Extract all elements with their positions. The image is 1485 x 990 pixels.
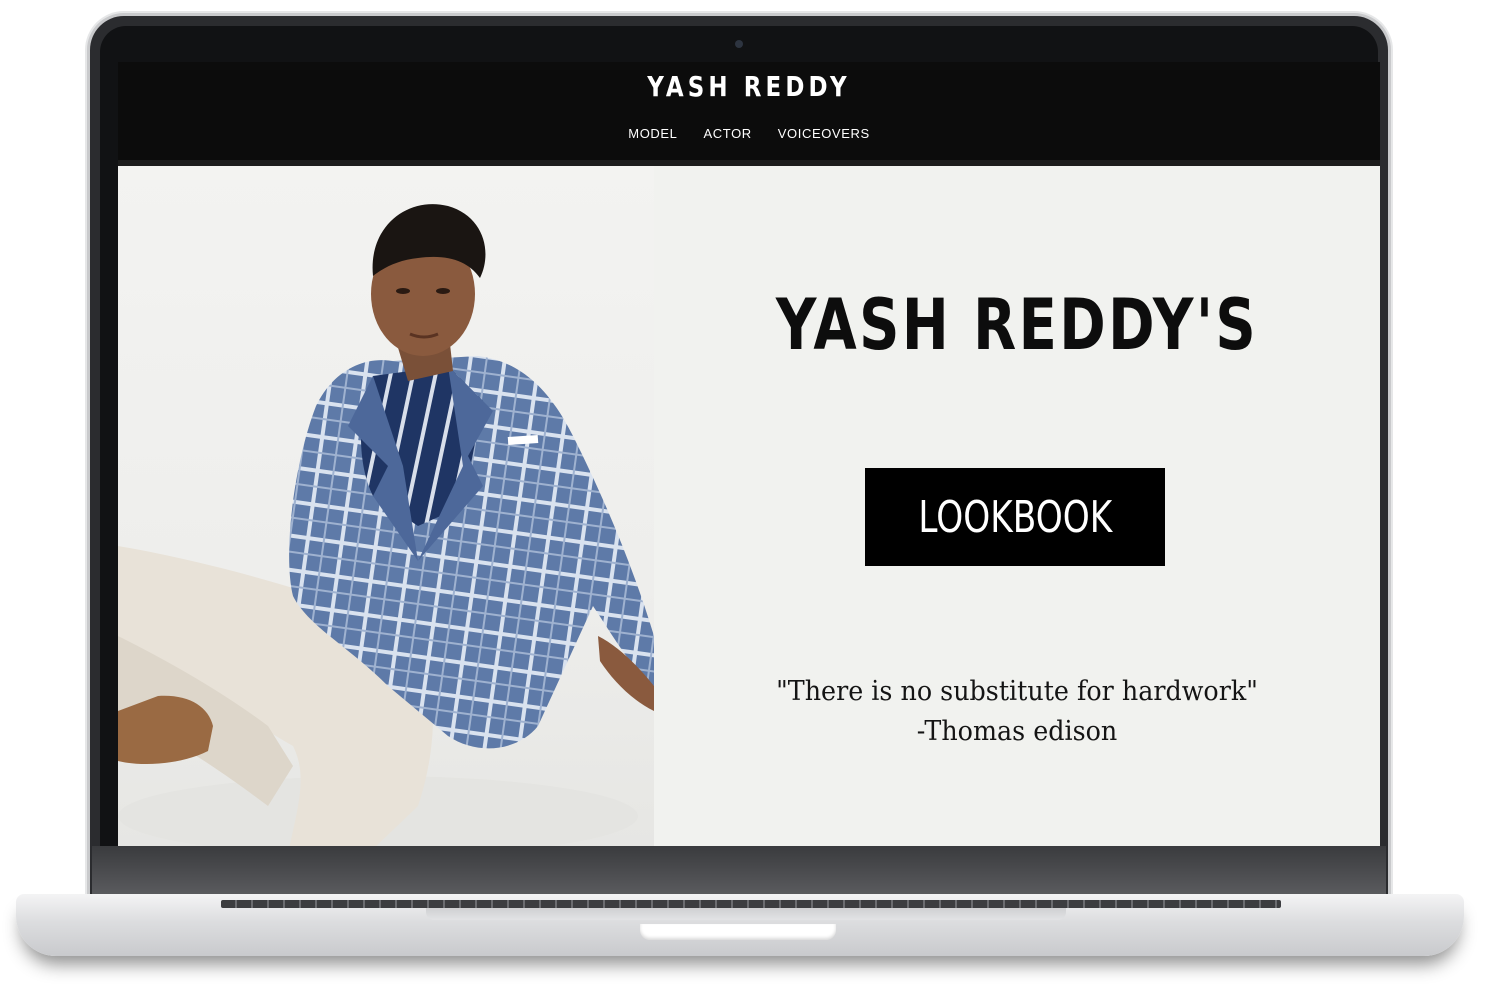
laptop-chin	[92, 846, 1386, 896]
hero-heading: YASH REDDY'S	[775, 284, 1259, 366]
trackpad-edge	[426, 908, 1066, 920]
lookbook-button[interactable]: LOOKBOOK	[865, 468, 1165, 566]
webcam-icon	[735, 40, 743, 48]
quote-block: "There is no substitute for hardwork" -T…	[654, 672, 1380, 752]
laptop-bezel: YASH REDDY MODEL ACTOR VOICEOVERS YASH R…	[100, 26, 1380, 898]
laptop-base	[16, 894, 1464, 956]
hero-photo	[118, 166, 654, 854]
laptop-lid: YASH REDDY MODEL ACTOR VOICEOVERS YASH R…	[90, 16, 1388, 898]
quote-author: -Thomas edison	[916, 716, 1118, 747]
nav-item-model[interactable]: MODEL	[628, 126, 677, 141]
model-portrait-image	[118, 204, 654, 854]
nav-item-actor[interactable]: ACTOR	[704, 126, 752, 141]
quote-text: "There is no substitute for hardwork"	[776, 676, 1258, 707]
hero-panel: YASH REDDY'S LOOKBOOK "There is no subst…	[654, 166, 1380, 854]
keyboard-edge	[221, 900, 1281, 908]
site-header: YASH REDDY MODEL ACTOR VOICEOVERS	[118, 62, 1380, 166]
laptop-screen: YASH REDDY MODEL ACTOR VOICEOVERS YASH R…	[118, 62, 1380, 854]
nav-item-voiceovers[interactable]: VOICEOVERS	[778, 126, 870, 141]
site-title[interactable]: YASH REDDY	[232, 70, 1267, 103]
lookbook-button-label: LOOKBOOK	[918, 491, 1112, 543]
main-nav: MODEL ACTOR VOICEOVERS	[118, 126, 1380, 141]
lid-opening-notch	[640, 924, 836, 940]
